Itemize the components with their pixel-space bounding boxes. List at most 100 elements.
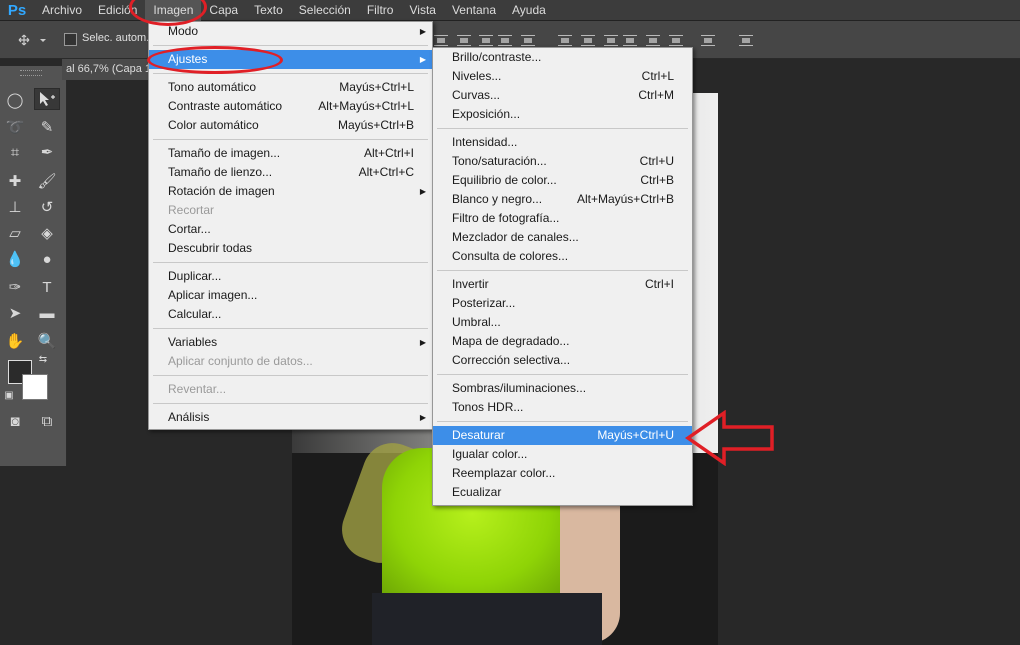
align-option-icon[interactable] xyxy=(738,32,754,48)
menu-item-label: Tamaño de imagen... xyxy=(168,146,281,160)
align-option-icon[interactable] xyxy=(580,32,596,48)
imagen-item-modo[interactable]: Modo ▶ xyxy=(149,22,432,41)
default-colors-icon[interactable]: ▣ xyxy=(2,388,16,402)
imagen-item-cortar[interactable]: Cortar... xyxy=(149,220,432,239)
imagen-item-analisis[interactable]: Análisis ▶ xyxy=(149,408,432,427)
align-option-icon[interactable] xyxy=(478,32,494,48)
menu-item-shortcut: Alt+Ctrl+C xyxy=(358,165,414,179)
type-icon[interactable]: T xyxy=(34,276,60,298)
history-brush-icon[interactable]: ↺ xyxy=(34,196,60,218)
imagen-item-rotacion-de-imagen[interactable]: Rotación de imagen ▶ xyxy=(149,182,432,201)
menu-vista[interactable]: Vista xyxy=(401,0,443,21)
menu-filtro[interactable]: Filtro xyxy=(359,0,402,21)
ajustes-item-correccion-selectiva[interactable]: Corrección selectiva... xyxy=(433,351,692,370)
menu-texto[interactable]: Texto xyxy=(246,0,291,21)
imagen-item-tamano-de-lienzo[interactable]: Tamaño de lienzo... Alt+Ctrl+C xyxy=(149,163,432,182)
menu-item-label: Reemplazar color... xyxy=(452,466,556,480)
quick-mask-icon[interactable]: ◙ xyxy=(2,410,28,432)
ajustes-item-niveles[interactable]: Niveles... Ctrl+L xyxy=(433,67,692,86)
ajustes-item-umbral[interactable]: Umbral... xyxy=(433,313,692,332)
ajustes-item-desaturar[interactable]: Desaturar Mayús+Ctrl+U xyxy=(433,426,692,445)
quick-selection-icon[interactable]: ✎ xyxy=(34,116,60,138)
submenu-arrow-icon: ▶ xyxy=(419,55,426,64)
align-option-icon[interactable] xyxy=(700,32,716,48)
menu-item-label: Cortar... xyxy=(168,222,211,236)
imagen-item-color-automatico[interactable]: Color automático Mayús+Ctrl+B xyxy=(149,116,432,135)
ajustes-item-reemplazar-color[interactable]: Reemplazar color... xyxy=(433,464,692,483)
document-tab[interactable]: al 66,7% (Capa 1 xyxy=(62,59,154,80)
menu-seleccion[interactable]: Selección xyxy=(291,0,359,21)
healing-brush-icon[interactable]: ✚ xyxy=(2,170,28,192)
ajustes-item-tonos-hdr[interactable]: Tonos HDR... xyxy=(433,398,692,417)
path-selection-icon[interactable]: ➤ xyxy=(2,302,28,324)
ajustes-item-equilibrio-de-color[interactable]: Equilibrio de color... Ctrl+B xyxy=(433,171,692,190)
ajustes-item-mezclador-de-canales[interactable]: Mezclador de canales... xyxy=(433,228,692,247)
ajustes-item-exposicion[interactable]: Exposición... xyxy=(433,105,692,124)
imagen-item-variables[interactable]: Variables ▶ xyxy=(149,333,432,352)
submenu-arrow-icon: ▶ xyxy=(419,338,426,347)
menu-item-label: Mapa de degradado... xyxy=(452,334,570,348)
ajustes-item-igualar-color[interactable]: Igualar color... xyxy=(433,445,692,464)
imagen-item-tono-automatico[interactable]: Tono automático Mayús+Ctrl+L xyxy=(149,78,432,97)
imagen-item-tamano-de-imagen[interactable]: Tamaño de imagen... Alt+Ctrl+I xyxy=(149,144,432,163)
autoselect-checkbox[interactable] xyxy=(64,33,77,46)
elliptical-marquee-icon[interactable]: ◯ xyxy=(2,89,28,111)
dodge-icon[interactable]: ● xyxy=(34,248,60,270)
ajustes-item-intensidad[interactable]: Intensidad... xyxy=(433,133,692,152)
align-option-icon[interactable] xyxy=(557,32,573,48)
ajustes-item-blanco-y-negro[interactable]: Blanco y negro... Alt+Mayús+Ctrl+B xyxy=(433,190,692,209)
zoom-icon[interactable]: 🔍 xyxy=(34,330,60,352)
background-color-swatch[interactable] xyxy=(22,374,48,400)
menu-item-shortcut: Ctrl+L xyxy=(641,69,674,83)
hand-icon[interactable]: ✋ xyxy=(2,330,28,352)
align-option-icon[interactable] xyxy=(456,32,472,48)
ajustes-item-tono-saturacion[interactable]: Tono/saturación... Ctrl+U xyxy=(433,152,692,171)
panel-grip[interactable] xyxy=(20,70,42,76)
ajustes-item-sombras-iluminaciones[interactable]: Sombras/iluminaciones... xyxy=(433,379,692,398)
imagen-item-duplicar[interactable]: Duplicar... xyxy=(149,267,432,286)
eraser-icon[interactable]: ▱ xyxy=(2,222,28,244)
imagen-item-calcular[interactable]: Calcular... xyxy=(149,305,432,324)
blur-icon[interactable]: 💧 xyxy=(2,248,28,270)
move-tool-icon[interactable] xyxy=(34,88,60,110)
ajustes-item-mapa-de-degradado[interactable]: Mapa de degradado... xyxy=(433,332,692,351)
menu-item-label: Corrección selectiva... xyxy=(452,353,571,367)
crop-icon[interactable]: ⌗ xyxy=(2,141,28,163)
photoshop-logo: Ps xyxy=(7,1,27,19)
move-tool-options-icon[interactable] xyxy=(14,31,48,49)
lasso-icon[interactable]: ➰ xyxy=(2,116,28,138)
screen-mode-icon[interactable]: ⧉ xyxy=(34,410,60,432)
ajustes-item-ecualizar[interactable]: Ecualizar xyxy=(433,483,692,502)
clone-stamp-icon[interactable]: ⊥ xyxy=(2,196,28,218)
ajustes-item-filtro-de-fotografia[interactable]: Filtro de fotografía... xyxy=(433,209,692,228)
ajustes-item-curvas[interactable]: Curvas... Ctrl+M xyxy=(433,86,692,105)
imagen-item-contraste-automatico[interactable]: Contraste automático Alt+Mayús+Ctrl+L xyxy=(149,97,432,116)
eyedropper-icon[interactable]: ✒ xyxy=(34,141,60,163)
align-option-icon[interactable] xyxy=(622,32,638,48)
brush-icon[interactable]: 🖌 xyxy=(34,170,60,192)
align-option-icon[interactable] xyxy=(497,32,513,48)
paint-bucket-icon[interactable]: ◈ xyxy=(34,222,60,244)
imagen-item-descubrir-todas[interactable]: Descubrir todas xyxy=(149,239,432,258)
submenu-arrow-icon: ▶ xyxy=(419,413,426,422)
swap-colors-icon[interactable]: ⇆ xyxy=(36,352,50,366)
menu-capa[interactable]: Capa xyxy=(201,0,246,21)
ajustes-item-invertir[interactable]: Invertir Ctrl+I xyxy=(433,275,692,294)
align-option-icon[interactable] xyxy=(603,32,619,48)
imagen-item-aplicar-imagen[interactable]: Aplicar imagen... xyxy=(149,286,432,305)
menu-item-label: Contraste automático xyxy=(168,99,283,113)
ajustes-item-brillo-contraste[interactable]: Brillo/contraste... xyxy=(433,48,692,67)
menu-item-label: Reventar... xyxy=(168,382,227,396)
ajustes-item-consulta-de-colores[interactable]: Consulta de colores... xyxy=(433,247,692,266)
menu-ventana[interactable]: Ventana xyxy=(444,0,504,21)
menu-ayuda[interactable]: Ayuda xyxy=(504,0,554,21)
align-option-icon[interactable] xyxy=(433,32,449,48)
menu-separator xyxy=(149,258,432,267)
align-option-icon[interactable] xyxy=(668,32,684,48)
pen-icon[interactable]: ✑ xyxy=(2,276,28,298)
rectangle-icon[interactable]: ▬ xyxy=(34,302,60,324)
ajustes-item-posterizar[interactable]: Posterizar... xyxy=(433,294,692,313)
align-option-icon[interactable] xyxy=(645,32,661,48)
menu-archivo[interactable]: Archivo xyxy=(34,0,90,21)
align-option-icon[interactable] xyxy=(520,32,536,48)
